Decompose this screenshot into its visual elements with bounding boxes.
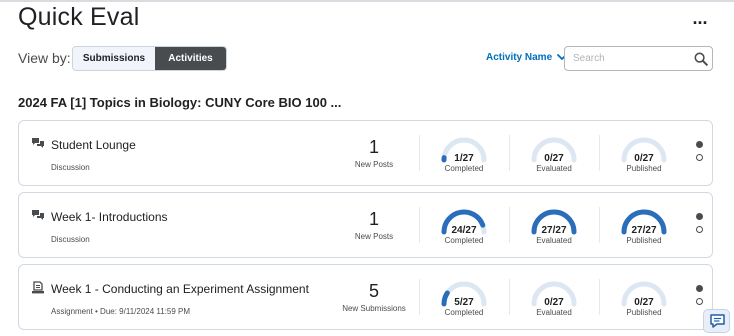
divider — [509, 207, 510, 243]
discussion-icon — [32, 138, 44, 148]
view-by-label: View by: — [18, 50, 71, 66]
evaluated-value: 0/27 — [544, 153, 564, 164]
divider — [419, 279, 420, 315]
completed-gauge[interactable]: 5/27 Completed — [438, 280, 490, 322]
view-by-activities-button[interactable]: Activities — [155, 47, 226, 70]
completed-value: 1/27 — [454, 153, 474, 164]
divider — [419, 135, 420, 171]
divider — [599, 279, 600, 315]
evaluated-gauge[interactable]: 27/27 Evaluated — [528, 208, 580, 250]
published-gauge[interactable]: 27/27 Published — [618, 208, 670, 250]
card-pager — [696, 285, 704, 309]
activity-meta: Discussion — [51, 235, 90, 244]
pager-dot-inactive[interactable] — [696, 226, 703, 233]
published-gauge[interactable]: 0/27 Published — [618, 136, 670, 178]
completed-value: 5/27 — [454, 297, 474, 308]
activity-card[interactable]: Week 1 - Conducting an Experiment Assign… — [18, 264, 713, 330]
new-posts-label: New Posts — [354, 160, 394, 169]
pager-dot-active[interactable] — [696, 285, 703, 292]
activity-meta: Assignment • Due: 9/11/2024 11:59 PM — [51, 307, 191, 316]
completed-value: 24/27 — [451, 225, 477, 236]
evaluated-gauge[interactable]: 0/27 Evaluated — [528, 280, 580, 322]
published-gauge[interactable]: 0/27 Published — [618, 280, 670, 322]
more-options-button[interactable]: ... — [688, 8, 712, 28]
new-submissions-label: New Submissions — [342, 304, 406, 313]
sort-by-activity-name-dropdown[interactable]: Activity Name — [486, 52, 568, 63]
published-value: 0/27 — [634, 297, 654, 308]
divider — [509, 135, 510, 171]
pager-dot-active[interactable] — [696, 141, 703, 148]
evaluated-gauge[interactable]: 0/27 Evaluated — [528, 136, 580, 178]
card-pager — [696, 213, 704, 237]
search-icon[interactable] — [694, 52, 708, 66]
pager-dot-inactive[interactable] — [696, 154, 703, 161]
completed-label: Completed — [444, 308, 484, 317]
divider — [509, 279, 510, 315]
divider — [599, 135, 600, 171]
activity-meta: Discussion — [51, 163, 90, 172]
completed-gauge[interactable]: 24/27 Completed — [438, 208, 490, 250]
chat-support-button[interactable] — [703, 309, 730, 333]
sort-label: Activity Name — [486, 52, 553, 63]
assignment-icon — [32, 281, 44, 294]
activity-card[interactable]: Student Lounge Discussion 1 New Posts 1/… — [18, 120, 713, 186]
pager-dot-active[interactable] — [696, 213, 703, 220]
evaluated-value: 27/27 — [541, 225, 567, 236]
new-submissions-count: 5 — [368, 281, 379, 301]
activity-name[interactable]: Student Lounge — [51, 138, 136, 152]
new-posts-count: 1 — [368, 137, 379, 157]
view-by-toggle: Submissions Activities — [72, 46, 227, 71]
discussion-icon — [32, 210, 44, 220]
published-value: 27/27 — [631, 225, 657, 236]
course-title: 2024 FA [1] Topics in Biology: CUNY Core… — [18, 95, 342, 110]
completed-label: Completed — [444, 236, 484, 245]
completed-gauge[interactable]: 1/27 Completed — [438, 136, 490, 178]
pager-dot-inactive[interactable] — [696, 298, 703, 305]
evaluated-value: 0/27 — [544, 297, 564, 308]
card-pager — [696, 141, 704, 165]
evaluated-label: Evaluated — [536, 308, 572, 317]
published-label: Published — [626, 236, 662, 245]
divider — [599, 207, 600, 243]
divider — [419, 207, 420, 243]
published-label: Published — [626, 308, 662, 317]
new-posts-label: New Posts — [354, 232, 394, 241]
activity-name[interactable]: Week 1- Introductions — [51, 210, 168, 224]
activity-card[interactable]: Week 1- Introductions Discussion 1 New P… — [18, 192, 713, 258]
activity-name[interactable]: Week 1 - Conducting an Experiment Assign… — [51, 282, 309, 296]
search-box — [564, 46, 713, 71]
view-by-submissions-button[interactable]: Submissions — [73, 47, 155, 70]
published-label: Published — [626, 164, 662, 173]
evaluated-label: Evaluated — [536, 236, 572, 245]
page-title: Quick Eval — [18, 3, 140, 31]
completed-label: Completed — [444, 164, 484, 173]
chat-icon — [710, 314, 725, 328]
top-border — [0, 0, 734, 2]
evaluated-label: Evaluated — [536, 164, 572, 173]
published-value: 0/27 — [634, 153, 654, 164]
new-posts-count: 1 — [368, 209, 379, 229]
search-input[interactable] — [573, 50, 683, 67]
